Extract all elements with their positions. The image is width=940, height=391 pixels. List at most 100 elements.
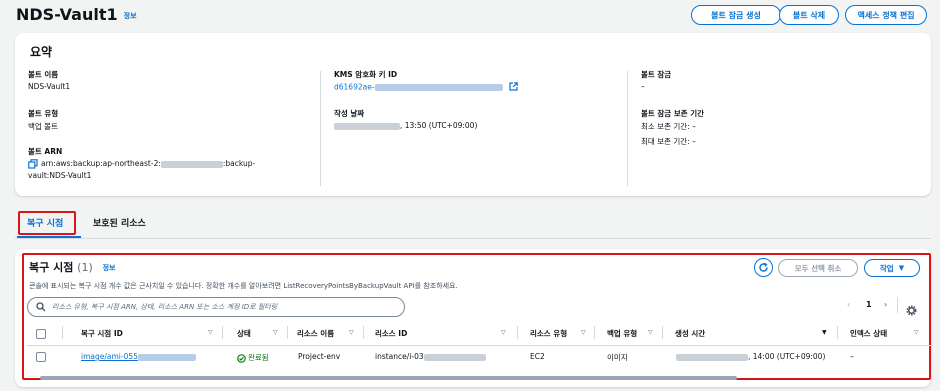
filter-search-input[interactable]: 리소스 유형, 복구 시점 ARN, 상태, 리소스 ARN 또는 소스 계정 … xyxy=(27,297,405,317)
redacted-date xyxy=(334,122,400,130)
column-separator xyxy=(517,326,518,339)
refresh-button[interactable] xyxy=(754,258,773,277)
page-title: NDS-Vault1 정보 xyxy=(16,5,137,24)
vault-type-value: 백업 볼트 xyxy=(28,122,58,131)
sort-caret-icon[interactable]: ▽ xyxy=(208,329,213,336)
redacted-account-id xyxy=(160,160,223,168)
status-text: 완료됨 xyxy=(248,353,269,362)
deselect-all-button[interactable]: 모두 선택 취소 xyxy=(778,259,858,277)
tab-highlight-box xyxy=(18,211,76,235)
vault-arn-label: 볼트 ARN xyxy=(28,147,63,156)
pager-divider xyxy=(897,297,898,313)
resource-type-cell: EC2 xyxy=(530,352,545,361)
info-link[interactable]: 정보 xyxy=(124,12,137,20)
column-separator xyxy=(594,326,595,339)
arn-part-1: arn:aws:backup:ap-northeast-2: xyxy=(41,159,161,168)
tabs-divider xyxy=(15,238,931,239)
vault-lock-value: – xyxy=(641,82,645,91)
horizontal-scrollbar[interactable] xyxy=(40,376,737,380)
kms-key-label: KMS 암호화 키 ID xyxy=(334,70,398,79)
search-icon xyxy=(36,302,46,312)
backup-type-cell: 이미지 xyxy=(607,353,628,362)
vault-arn-value: arn:aws:backup:ap-northeast-2: :backup- xyxy=(28,159,255,169)
summary-title: 요약 xyxy=(30,45,53,59)
recovery-points-count: (1) xyxy=(77,261,93,274)
info-link[interactable]: 정보 xyxy=(103,264,116,272)
vault-name-label: 볼트 이름 xyxy=(28,70,59,79)
column-separator xyxy=(222,326,223,339)
kms-key-link[interactable]: d61692ae- xyxy=(334,82,518,93)
column-header-status[interactable]: 상태 xyxy=(237,328,251,339)
column-separator xyxy=(62,326,63,339)
creation-time: , 13:50 (UTC+09:00) xyxy=(400,121,478,130)
column-divider xyxy=(320,71,321,186)
column-separator xyxy=(363,326,364,339)
resource-id: instance/i-03 xyxy=(375,352,424,361)
recovery-point-id: image/ami-055 xyxy=(81,352,138,361)
column-header-index-status[interactable]: 인덱스 상태 xyxy=(850,328,887,339)
redacted-instance-id xyxy=(423,353,486,361)
recovery-point-id-link[interactable]: image/ami-055 xyxy=(81,352,196,361)
sort-caret-icon[interactable]: ▽ xyxy=(501,329,506,336)
retention-label: 볼트 잠금 보존 기간 xyxy=(641,109,705,118)
column-header-id[interactable]: 복구 시점 ID xyxy=(81,328,123,339)
column-header-resource-id[interactable]: 리소스 ID xyxy=(375,328,407,339)
vault-lock-label: 볼트 잠금 xyxy=(641,70,672,79)
recovery-points-title-text: 복구 시점 xyxy=(29,261,74,274)
refresh-icon xyxy=(759,262,768,272)
redacted-ami-id xyxy=(137,353,196,361)
actions-label: 작업 xyxy=(879,263,894,273)
kms-key-value: d61692ae- xyxy=(334,82,375,92)
caret-down-icon: ▼ xyxy=(898,264,905,272)
sort-caret-icon[interactable]: ▽ xyxy=(581,329,586,336)
created-time-cell: , 14:00 (UTC+09:00) xyxy=(676,352,825,361)
column-divider xyxy=(627,71,628,186)
column-separator xyxy=(287,326,288,339)
row-checkbox[interactable] xyxy=(36,352,46,362)
edit-access-policy-button[interactable]: 액세스 정책 편집 xyxy=(845,5,927,25)
summary-card: 요약 볼트 이름 NDS-Vault1 볼트 유형 백업 볼트 볼트 ARN a… xyxy=(15,33,931,196)
arn-part-2: :backup- xyxy=(222,159,256,168)
vault-name-value: NDS-Vault1 xyxy=(28,82,71,91)
status-badge: 완료됨 xyxy=(237,352,269,363)
resource-id-cell: instance/i-03 xyxy=(375,352,486,361)
column-separator xyxy=(662,326,663,339)
column-header-resource-name[interactable]: 리소스 이름 xyxy=(297,328,334,339)
column-separator xyxy=(837,326,838,339)
vault-title: NDS-Vault1 xyxy=(16,5,118,24)
page-number[interactable]: 1 xyxy=(866,300,872,309)
creation-date-value: , 13:50 (UTC+09:00) xyxy=(334,121,477,130)
redacted-date xyxy=(676,353,748,361)
tab-protected-resources[interactable]: 보호된 리소스 xyxy=(93,216,146,229)
copy-icon[interactable] xyxy=(28,159,38,169)
prev-page-icon[interactable]: ‹ xyxy=(847,300,850,309)
created-time: , 14:00 (UTC+09:00) xyxy=(748,352,826,361)
table-header-divider xyxy=(27,345,931,346)
recovery-points-title: 복구 시점 (1) 정보 xyxy=(29,259,115,275)
sort-desc-icon[interactable]: ▼ xyxy=(822,329,827,336)
actions-dropdown-button[interactable]: 작업 ▼ xyxy=(864,259,920,277)
vault-arn-value-cont: vault:NDS-Vault1 xyxy=(28,171,92,180)
max-retention-value: 최대 보존 기간: – xyxy=(641,137,696,146)
min-retention-value: 최소 보존 기간: – xyxy=(641,122,696,131)
external-link-icon[interactable] xyxy=(509,82,518,93)
next-page-icon[interactable]: › xyxy=(884,300,887,309)
check-circle-icon xyxy=(237,353,246,363)
select-all-checkbox[interactable] xyxy=(36,329,46,339)
sort-caret-icon[interactable]: ▽ xyxy=(914,329,919,336)
sort-caret-icon[interactable]: ▽ xyxy=(648,329,653,336)
redacted-kms-key xyxy=(374,84,503,91)
creation-date-label: 작성 날짜 xyxy=(334,109,365,118)
column-header-resource-type[interactable]: 리소스 유형 xyxy=(530,328,567,339)
sort-caret-icon[interactable]: ▽ xyxy=(349,329,354,336)
column-header-created[interactable]: 생성 시간 xyxy=(675,328,705,339)
sort-caret-icon[interactable]: ▽ xyxy=(273,329,278,336)
settings-gear-icon[interactable] xyxy=(906,301,917,320)
recovery-points-description: 콘솔에 표시되는 복구 시점 개수 값은 근사치일 수 있습니다. 정확한 개수… xyxy=(29,282,458,290)
delete-vault-button[interactable]: 볼트 삭제 xyxy=(779,5,839,25)
create-vault-lock-button[interactable]: 볼트 잠금 생성 xyxy=(691,5,781,25)
index-status-cell: – xyxy=(850,352,854,361)
column-header-backup-type[interactable]: 백업 유형 xyxy=(607,328,637,339)
search-placeholder: 리소스 유형, 복구 시점 ARN, 상태, 리소스 ARN 또는 소스 계정 … xyxy=(52,303,278,311)
resource-name-cell: Project-env xyxy=(298,352,341,361)
